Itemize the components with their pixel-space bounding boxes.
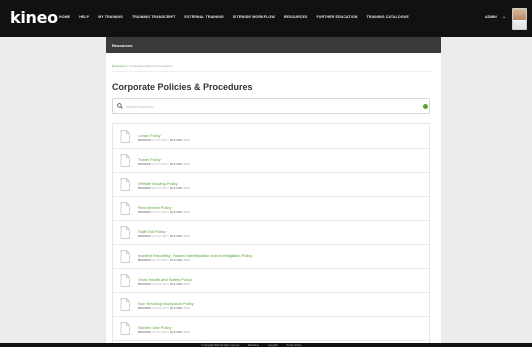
document-icon	[120, 250, 130, 263]
file-size: 85KB	[183, 163, 190, 166]
list-item[interactable]: Staff Exit Policy MODIFIED: 20 OCT 2017 |…	[113, 221, 429, 245]
modified-label: MODIFIED:	[138, 163, 152, 166]
file-size: 85KB	[183, 307, 190, 310]
file-size: 85KB	[183, 259, 190, 262]
nav-item-my-training[interactable]: MY TRAINING	[98, 15, 123, 19]
list-item[interactable]: Leave Policy MODIFIED: 20 OCT 2017 | FILE…	[113, 125, 429, 149]
file-size-label: FILE SIZE:	[169, 163, 183, 166]
search-icon	[117, 103, 123, 109]
modified-date: 20 OCT 2017	[152, 307, 168, 310]
file-size: 85KB	[183, 331, 190, 334]
file-size: 85KB	[183, 235, 190, 238]
list-item[interactable]: Incident Reporting, Hazard Identificatio…	[113, 245, 429, 269]
modified-label: MODIFIED:	[138, 307, 152, 310]
resource-list: Leave Policy MODIFIED: 20 OCT 2017 | FILE…	[112, 123, 430, 343]
list-item[interactable]: Kitchen Use Policy MODIFIED: 20 OCT 2017 …	[113, 317, 429, 341]
file-size-label: FILE SIZE:	[169, 139, 183, 142]
modified-date: 20 OCT 2017	[152, 259, 168, 262]
page-title: Corporate Policies & Procedures	[112, 82, 253, 92]
resource-meta: MODIFIED: 20 OCT 2017 | FILE SIZE: 85KB	[138, 139, 190, 142]
chevron-down-icon[interactable]: ⌄	[502, 15, 506, 20]
modified-date: 20 OCT 2017	[152, 163, 168, 166]
file-size-label: FILE SIZE:	[169, 187, 183, 190]
search-box	[112, 98, 430, 114]
resource-title-link[interactable]: Non Smoking Workplace Policy	[138, 301, 194, 306]
breadcrumb-link-resources[interactable]: Resources	[112, 64, 126, 68]
nav-item-home[interactable]: HOME	[59, 15, 70, 19]
nav-item-help[interactable]: HELP	[79, 15, 89, 19]
resource-title-link[interactable]: Recruitment Policy	[138, 205, 171, 210]
file-size: 85KB	[183, 139, 190, 142]
breadcrumb: Resources / Corporate Policies & Procedu…	[112, 64, 172, 68]
search-input[interactable]	[126, 102, 416, 111]
list-item[interactable]: Whistle blowing Policy MODIFIED: 20 OCT 2…	[113, 173, 429, 197]
modified-label: MODIFIED:	[138, 331, 152, 334]
modified-date: 20 OCT 2017	[152, 139, 168, 142]
breadcrumb-current: Corporate Policies & Procedures	[128, 64, 173, 68]
modified-date: 20 OCT 2017	[152, 331, 168, 334]
resource-meta: MODIFIED: 20 OCT 2017 | FILE SIZE: 85KB	[138, 259, 190, 262]
resource-title-link[interactable]: Leave Policy	[138, 133, 161, 138]
modified-label: MODIFIED:	[138, 235, 152, 238]
avatar[interactable]	[512, 8, 527, 30]
file-size: 85KB	[183, 211, 190, 214]
file-size-label: FILE SIZE:	[169, 235, 183, 238]
modified-label: MODIFIED:	[138, 211, 152, 214]
file-size: 85KB	[183, 187, 190, 190]
file-size-label: FILE SIZE:	[169, 307, 183, 310]
modified-label: MODIFIED:	[138, 283, 152, 286]
modified-date: 20 OCT 2017	[152, 235, 168, 238]
document-icon	[120, 202, 130, 215]
file-size-label: FILE SIZE:	[169, 331, 183, 334]
kineo-logo[interactable]: kineo	[10, 8, 58, 27]
resource-meta: MODIFIED: 20 OCT 2017 | FILE SIZE: 85KB	[138, 331, 190, 334]
resource-meta: MODIFIED: 20 OCT 2017 | FILE SIZE: 85KB	[138, 211, 190, 214]
modified-label: MODIFIED:	[138, 139, 152, 142]
nav-item-further-education[interactable]: FURTHER EDUCATION	[317, 15, 358, 19]
nav-item-resources[interactable]: RESOURCES	[284, 15, 308, 19]
document-icon	[120, 178, 130, 191]
modified-label: MODIFIED:	[138, 259, 152, 262]
resource-title-link[interactable]: Work Health and Safety Policy	[138, 277, 192, 282]
document-icon	[120, 226, 130, 239]
modified-date: 20 OCT 2017	[152, 187, 168, 190]
modified-date: 20 OCT 2017	[152, 211, 168, 214]
document-icon	[120, 298, 130, 311]
resource-meta: MODIFIED: 20 OCT 2017 | FILE SIZE: 85KB	[138, 307, 190, 310]
list-item[interactable]: Non Smoking Workplace Policy MODIFIED: 20…	[113, 293, 429, 317]
top-nav: kineo HOME HELP MY TRAINING TRAINING TRA…	[0, 0, 532, 37]
modified-date: 20 OCT 2017	[152, 283, 168, 286]
file-size-label: FILE SIZE:	[169, 283, 183, 286]
resource-meta: MODIFIED: 20 OCT 2017 | FILE SIZE: 85KB	[138, 187, 190, 190]
user-menu-label[interactable]: ADMIN	[485, 15, 497, 19]
document-icon	[120, 274, 130, 287]
resource-title-link[interactable]: Kitchen Use Policy	[138, 325, 171, 330]
nav-menu: HOME HELP MY TRAINING TRAINING TRANSCRIP…	[59, 15, 418, 19]
panel-header-title: Resources	[112, 43, 133, 48]
resource-title-link[interactable]: Travel Policy	[138, 157, 161, 162]
divider	[112, 71, 432, 72]
file-size: 85KB	[183, 283, 190, 286]
modified-label: MODIFIED:	[138, 187, 152, 190]
nav-item-sitewide-workflow[interactable]: SITEWIDE WORKFLOW	[233, 15, 275, 19]
list-item[interactable]: Work Health and Safety Policy MODIFIED: 2…	[113, 269, 429, 293]
status-dot-icon	[423, 104, 428, 109]
nav-item-external-training[interactable]: EXTERNAL TRAINING	[184, 15, 223, 19]
nav-item-training-catalogue[interactable]: TRAINING CATALOGUE	[366, 15, 408, 19]
list-item[interactable]: Travel Policy MODIFIED: 20 OCT 2017 | FIL…	[113, 149, 429, 173]
panel-header: Resources	[106, 37, 441, 53]
nav-item-training-transcript[interactable]: TRAINING TRANSCRIPT	[132, 15, 175, 19]
document-icon	[120, 154, 130, 167]
document-icon	[120, 130, 130, 143]
resource-title-link[interactable]: Whistle blowing Policy	[138, 181, 178, 186]
file-size-label: FILE SIZE:	[169, 259, 183, 262]
resource-meta: MODIFIED: 20 OCT 2017 | FILE SIZE: 85KB	[138, 163, 190, 166]
document-icon	[120, 322, 130, 335]
resource-title-link[interactable]: Staff Exit Policy	[138, 229, 166, 234]
resource-title-link[interactable]: Incident Reporting, Hazard Identificatio…	[138, 253, 252, 258]
list-item[interactable]: Recruitment Policy MODIFIED: 20 OCT 2017 …	[113, 197, 429, 221]
resource-meta: MODIFIED: 20 OCT 2017 | FILE SIZE: 85KB	[138, 283, 190, 286]
resource-meta: MODIFIED: 20 OCT 2017 | FILE SIZE: 85KB	[138, 235, 190, 238]
file-size-label: FILE SIZE:	[169, 211, 183, 214]
